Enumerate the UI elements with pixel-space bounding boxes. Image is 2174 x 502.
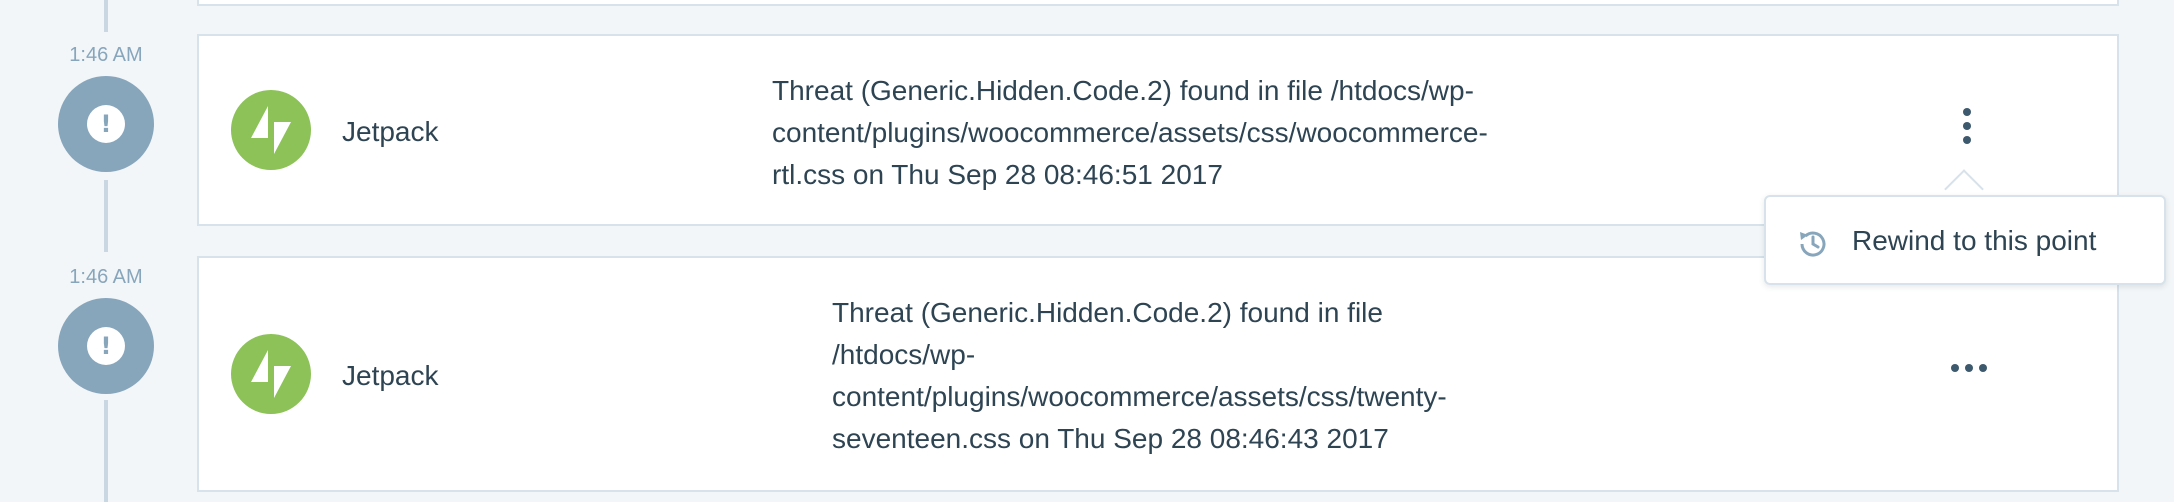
event-actions-button[interactable] xyxy=(1947,346,1995,390)
rewind-to-this-point-menu-item[interactable]: Rewind to this point xyxy=(1796,215,2156,267)
exclamation-icon: ! xyxy=(87,327,125,365)
description-line: content/plugins/woocommerce/assets/css/t… xyxy=(832,381,1447,412)
description-line: Threat (Generic.Hidden.Code.2) found in … xyxy=(832,297,1383,328)
event-time: 1:46 AM xyxy=(69,266,143,288)
ellipsis-dot xyxy=(1963,122,1971,130)
menu-item-label: Rewind to this point xyxy=(1852,225,2097,256)
ellipsis-dot xyxy=(1965,364,1973,372)
previous-activity-card xyxy=(197,0,2119,6)
timeline-line xyxy=(104,180,108,252)
description-line: content/plugins/woocommerce/assets/css/w… xyxy=(772,117,1488,148)
exclamation-icon: ! xyxy=(87,105,125,143)
jetpack-logo-icon xyxy=(231,90,311,170)
actor-name: Jetpack xyxy=(342,116,439,147)
jetpack-logo-icon xyxy=(231,334,311,414)
description-line: rtl.css on Thu Sep 28 08:46:51 2017 xyxy=(772,159,1223,190)
description-line: /htdocs/wp- xyxy=(832,339,976,370)
description-line: seventeen.css on Thu Sep 28 08:46:43 201… xyxy=(832,423,1389,454)
event-time: 1:46 AM xyxy=(69,44,143,66)
exclamation-glyph: ! xyxy=(100,332,112,360)
event-status-badge: ! xyxy=(58,298,154,394)
event-actions-button[interactable] xyxy=(1947,104,1987,164)
timeline-line xyxy=(104,0,108,32)
ellipsis-dot xyxy=(1963,136,1971,144)
event-description: Threat (Generic.Hidden.Code.2) found in … xyxy=(772,70,1488,196)
history-icon xyxy=(1800,231,1826,257)
vertical-ellipsis-icon xyxy=(1963,108,1971,116)
horizontal-ellipsis-icon xyxy=(1951,364,1959,372)
actor-name: Jetpack xyxy=(342,360,439,391)
event-description: Threat (Generic.Hidden.Code.2) found in … xyxy=(832,292,1447,460)
description-line: Threat (Generic.Hidden.Code.2) found in … xyxy=(772,75,1474,106)
ellipsis-dot xyxy=(1979,364,1987,372)
activity-card: Jetpack Threat (Generic.Hidden.Code.2) f… xyxy=(197,256,2119,492)
event-actions-popover: Rewind to this point xyxy=(1764,195,2166,285)
timeline-line xyxy=(104,400,108,502)
event-status-badge: ! xyxy=(58,76,154,172)
exclamation-glyph: ! xyxy=(100,110,112,138)
